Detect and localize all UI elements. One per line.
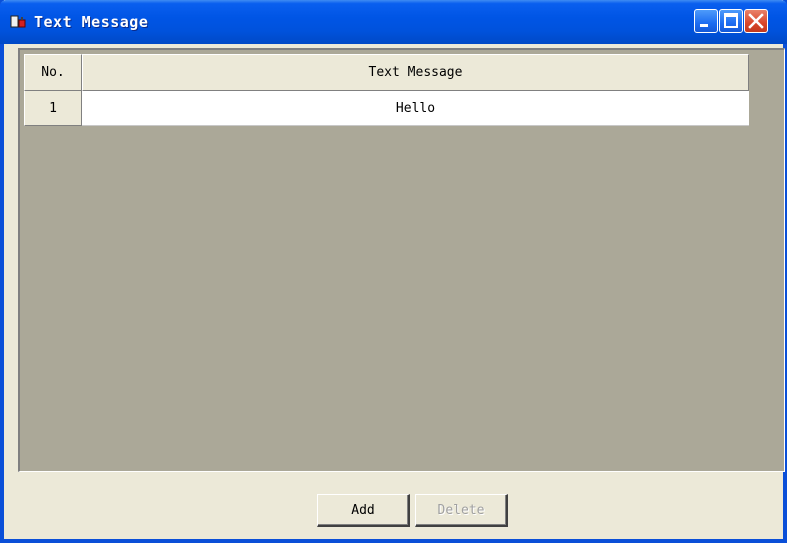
minimize-button[interactable] [694, 9, 718, 33]
delete-button[interactable]: Delete [415, 494, 508, 527]
column-header-text-message[interactable]: Text Message [82, 54, 749, 91]
column-header-no[interactable]: No. [24, 54, 82, 91]
message-grid[interactable]: No. Text Message 1 Hello [18, 48, 785, 472]
minimize-icon [700, 24, 708, 27]
app-icon[interactable] [10, 14, 28, 30]
window-title: Text Message [34, 13, 149, 31]
maximize-button[interactable] [719, 9, 743, 33]
add-button[interactable]: Add [317, 494, 410, 527]
close-button[interactable] [744, 9, 768, 33]
title-bar[interactable]: Text Message [0, 0, 787, 44]
row-number-cell[interactable]: 1 [24, 91, 82, 126]
close-icon [748, 13, 764, 29]
message-cell[interactable]: Hello [82, 91, 749, 126]
maximize-icon [724, 13, 738, 28]
text-message-window: Text Message No. Text Message 1 Hello Ad… [0, 0, 787, 543]
